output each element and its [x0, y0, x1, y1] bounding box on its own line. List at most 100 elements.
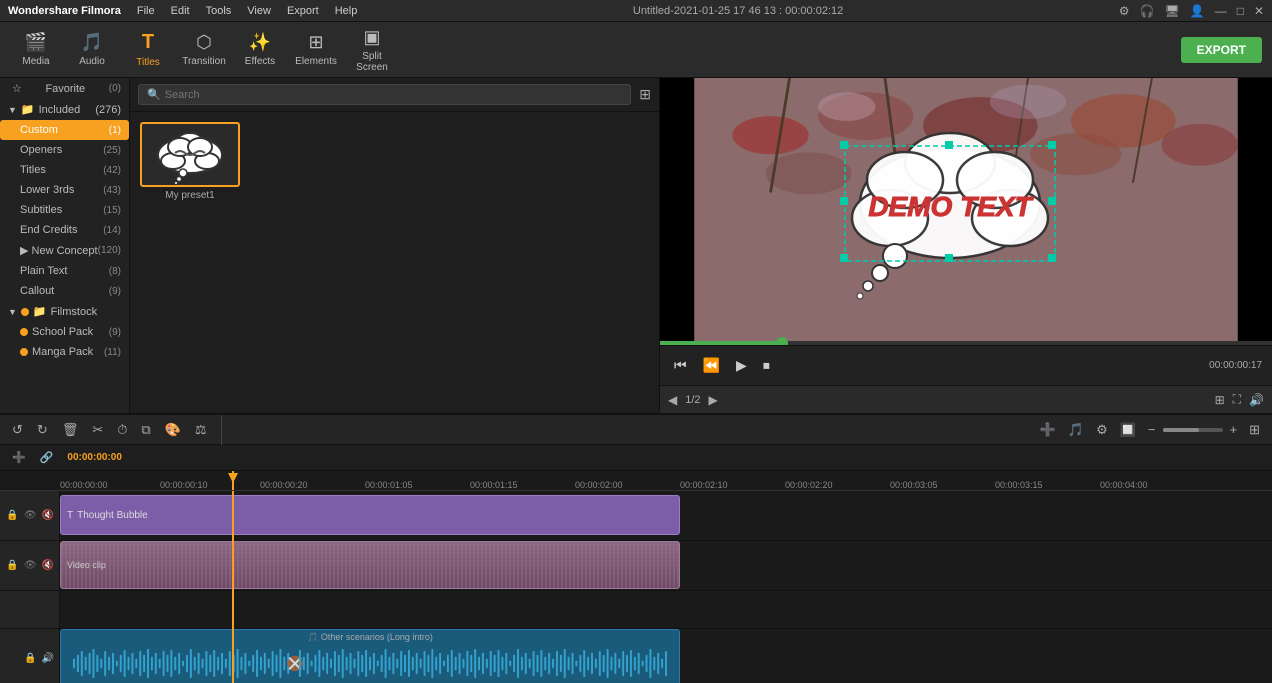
menu-help[interactable]: Help	[335, 5, 358, 17]
zoom-slider[interactable]	[1163, 428, 1223, 432]
maximize-icon[interactable]: □	[1237, 4, 1244, 18]
tile-my-preset1[interactable]: My preset1	[140, 122, 240, 201]
delete-button[interactable]: 🗑	[58, 420, 83, 440]
tool-transition[interactable]: ⬡ Transition	[178, 26, 230, 74]
stop-button[interactable]: ⏹	[759, 355, 774, 376]
play-button[interactable]: ▶	[732, 355, 751, 376]
audio-track-button[interactable]: 🎵	[1064, 420, 1088, 440]
color-button[interactable]: 🎨	[161, 420, 185, 440]
menu-edit[interactable]: Edit	[171, 5, 190, 17]
volume-button[interactable]: 🔊	[1249, 392, 1264, 407]
add-media-button[interactable]: ➕	[8, 449, 30, 466]
ruler-mark-3: 00:00:01:05	[365, 480, 413, 490]
sidebar-item-manga-pack[interactable]: Manga Pack (11)	[0, 342, 129, 362]
transition-icon: ⬡	[196, 32, 212, 53]
tool-audio[interactable]: 🎵 Audio	[66, 26, 118, 74]
track-video-hide-button[interactable]: 👁	[23, 559, 38, 572]
add-track-button[interactable]: ➕	[1036, 420, 1060, 440]
step-back-button[interactable]: ⏪	[699, 355, 724, 376]
undo-button[interactable]: ↺	[8, 420, 27, 440]
sidebar-item-titles[interactable]: Titles (42)	[0, 160, 129, 180]
screen-icon[interactable]: 🖥	[1165, 4, 1180, 18]
tool-effects[interactable]: ✨ Effects	[234, 26, 286, 74]
menu-view[interactable]: View	[247, 5, 271, 17]
sidebar-item-included[interactable]: ▼ 📁 Included (276)	[0, 99, 129, 120]
clip-thought-bubble[interactable]: T Thought Bubble	[60, 495, 680, 535]
lower3rds-label: Lower 3rds	[20, 184, 74, 196]
menu-tools[interactable]: Tools	[206, 5, 232, 17]
sidebar-item-new-concept[interactable]: ▶ New Concept (120)	[0, 240, 129, 261]
ruler-mark-9: 00:00:03:15	[995, 480, 1043, 490]
menu-export[interactable]: Export	[287, 5, 319, 17]
search-box[interactable]: 🔍	[138, 84, 631, 105]
fit-timeline-button[interactable]: ⊞	[1245, 420, 1264, 440]
split-button[interactable]: ✂	[88, 420, 107, 440]
link-button[interactable]: 🔗	[36, 449, 58, 466]
search-icon: 🔍	[147, 88, 161, 101]
zoom-in-button[interactable]: +	[1226, 420, 1242, 439]
zoom-out-button[interactable]: −	[1144, 420, 1160, 439]
sidebar-item-filmstock[interactable]: ▼ 📁 Filmstock	[0, 301, 129, 322]
video-clip-label: Video clip	[67, 560, 106, 570]
sidebar-item-plain-text[interactable]: Plain Text (8)	[0, 261, 129, 281]
ruler-mark-10: 00:00:04:00	[1100, 480, 1148, 490]
full-screen-button[interactable]: ⛶	[1233, 392, 1241, 407]
zoom-fit-button[interactable]: ⊞	[1215, 392, 1225, 407]
titles-icon: T	[142, 31, 154, 54]
track-content-empty	[60, 591, 1272, 628]
search-input[interactable]	[165, 89, 623, 101]
app-name: Wondershare Filmora	[8, 5, 121, 17]
tool-titles-label: Titles	[136, 57, 160, 68]
speed-button[interactable]: ⏱	[113, 420, 131, 440]
export-button[interactable]: EXPORT	[1181, 37, 1262, 63]
ruler-mark-4: 00:00:01:15	[470, 480, 518, 490]
sidebar-item-end-credits[interactable]: End Credits (14)	[0, 220, 129, 240]
headset-icon[interactable]: 🎧	[1140, 4, 1155, 18]
tool-titles[interactable]: T Titles	[122, 26, 174, 74]
ruler-mark-1: 00:00:00:10	[160, 480, 208, 490]
tool-split-screen[interactable]: ▣ Split Screen	[346, 26, 398, 74]
tool-transition-label: Transition	[182, 56, 226, 67]
account-icon[interactable]: 👤	[1190, 4, 1205, 18]
tool-elements[interactable]: ⊞ Elements	[290, 26, 342, 74]
settings-button[interactable]: ⚙	[1092, 420, 1112, 440]
manga-dot	[20, 348, 28, 356]
clip-audio[interactable]: 🎵 Other scenarios (Long intro) // We'll …	[60, 629, 680, 683]
sidebar-item-school-pack[interactable]: School Pack (9)	[0, 322, 129, 342]
tool-media[interactable]: 🎬 Media	[10, 26, 62, 74]
redo-button[interactable]: ↻	[33, 420, 52, 440]
audio-clip-label: 🎵 Other scenarios (Long intro)	[307, 632, 433, 643]
track-lock-button[interactable]: 🔒	[5, 509, 19, 522]
menu-file[interactable]: File	[137, 5, 155, 17]
thought-bubble-svg	[145, 125, 235, 185]
grid-view-icon[interactable]: ⊞	[639, 86, 651, 103]
sidebar-item-lower3rds[interactable]: Lower 3rds (43)	[0, 180, 129, 200]
clip-video[interactable]: Video clip	[60, 541, 680, 589]
close-icon[interactable]: ✕	[1254, 4, 1264, 18]
next-page-button[interactable]: ▶	[709, 393, 718, 407]
subtitles-label: Subtitles	[20, 204, 62, 216]
sidebar-item-favorite[interactable]: ☆ Favorite (0)	[0, 78, 129, 99]
timeline-current-time: 00:00:00:00	[67, 452, 121, 463]
sidebar-item-subtitles[interactable]: Subtitles (15)	[0, 200, 129, 220]
track-audio-mute-button[interactable]: 🔊	[41, 652, 55, 665]
track-hide-button[interactable]: 👁	[23, 509, 38, 522]
sidebar-item-openers[interactable]: Openers (25)	[0, 140, 129, 160]
subtitles-count: (15)	[103, 205, 121, 216]
track-audio-lock-button[interactable]: 🔒	[23, 652, 37, 665]
sidebar-item-callout[interactable]: Callout (9)	[0, 281, 129, 301]
track-video-lock-button[interactable]: 🔒	[5, 559, 19, 572]
timeline-ruler: 00:00:00:00 00:00:00:10 00:00:00:20 00:0…	[0, 471, 1272, 491]
crop-button[interactable]: ⧉	[137, 420, 154, 440]
sidebar-item-custom[interactable]: Custom (1)	[0, 120, 129, 140]
track-mute-button[interactable]: 🔇	[41, 509, 55, 522]
track-video-mute-button[interactable]: 🔇	[41, 559, 55, 572]
snap-button[interactable]: 🔲	[1116, 420, 1140, 440]
rewind-button[interactable]: ⏮	[670, 355, 691, 376]
adjust-button[interactable]: ⚖	[191, 420, 211, 440]
settings-icon[interactable]: ⚙	[1119, 4, 1130, 18]
custom-label: Custom	[20, 124, 58, 136]
tiles-grid: My preset1	[130, 112, 659, 211]
minimize-icon[interactable]: —	[1215, 4, 1227, 18]
prev-page-button[interactable]: ◀	[668, 393, 677, 407]
